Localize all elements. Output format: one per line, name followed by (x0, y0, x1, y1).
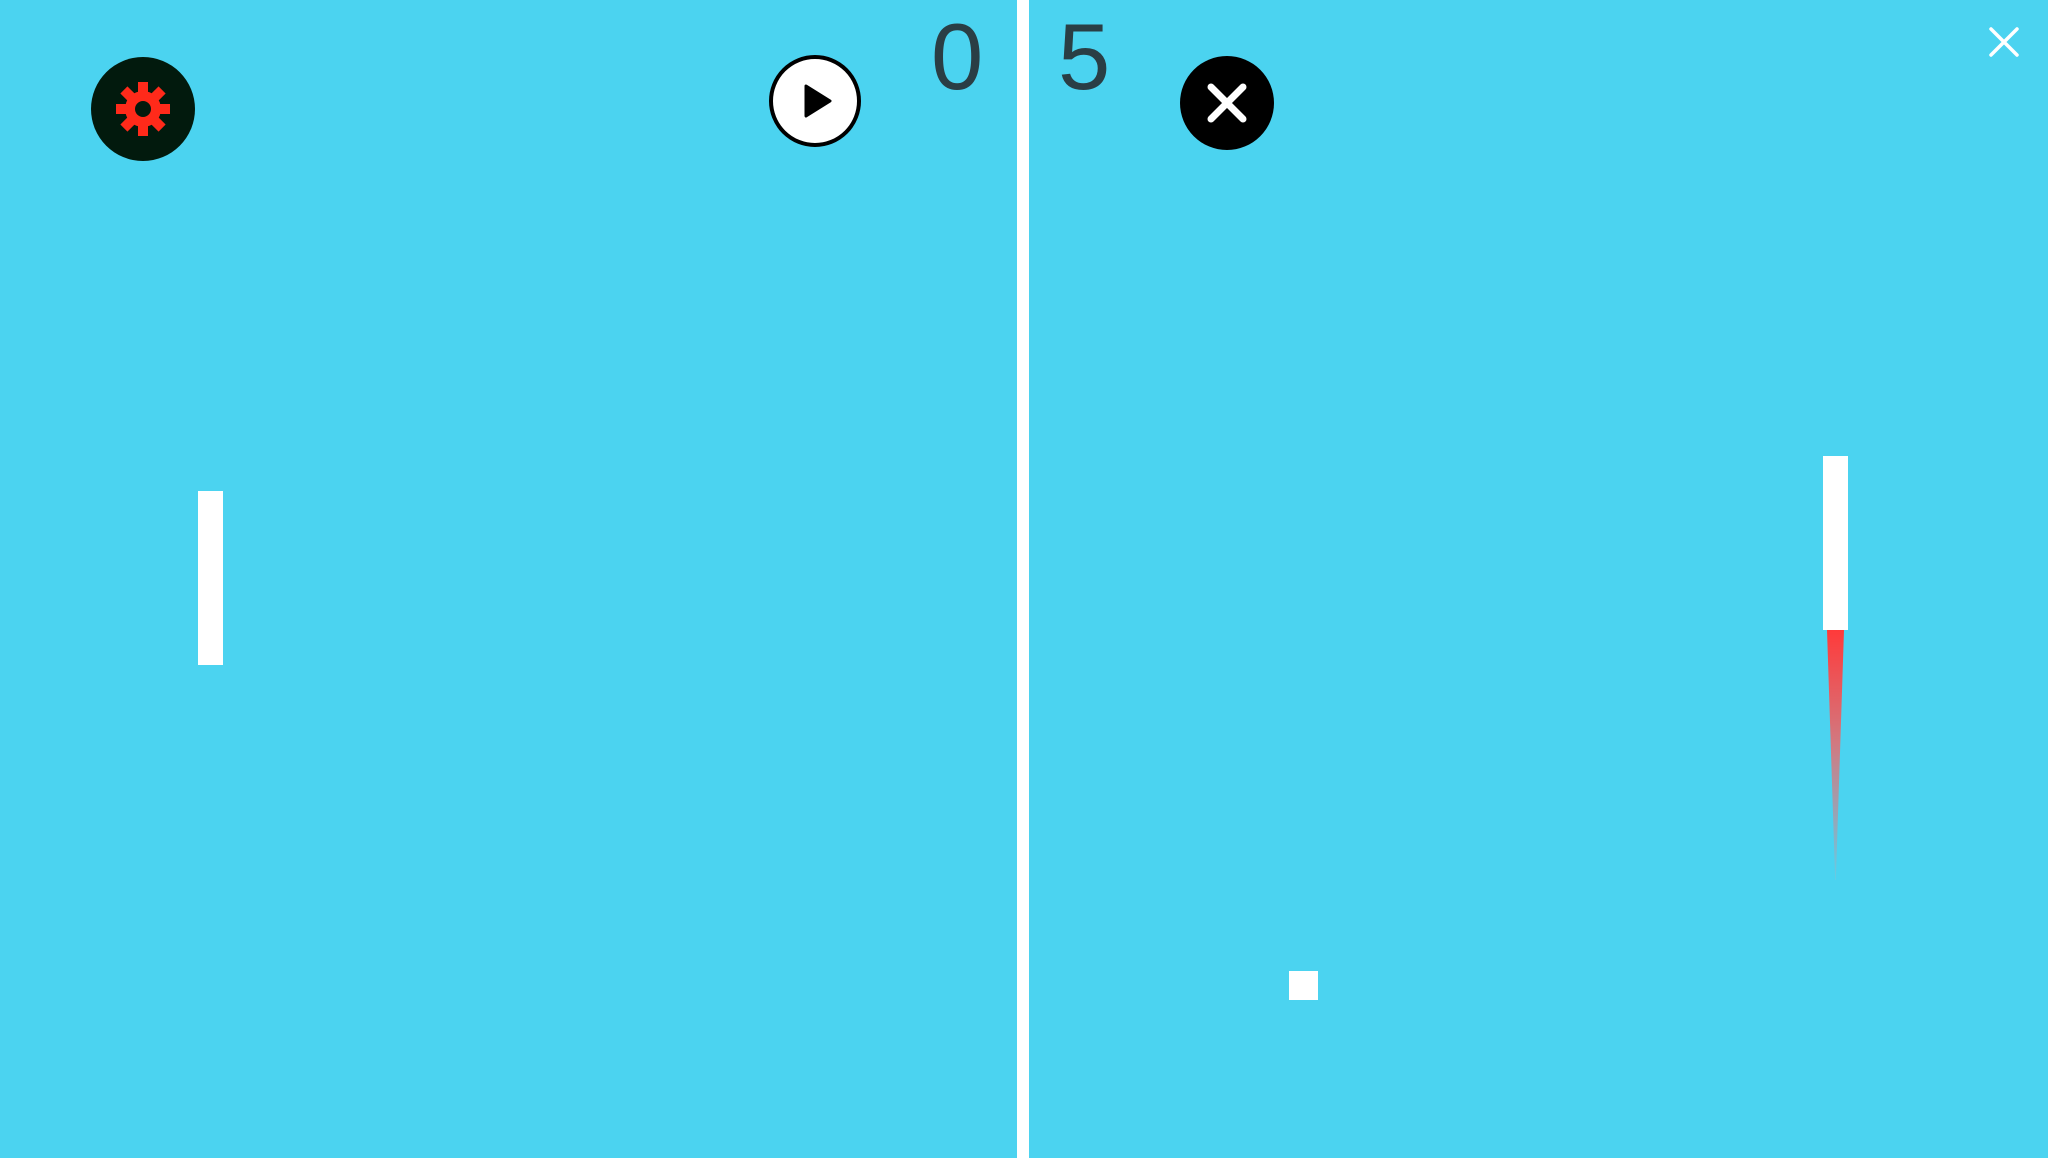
gear-icon (116, 82, 170, 136)
right-paddle (1823, 456, 1848, 630)
left-score: 0 (931, 4, 984, 109)
paddle-motion-trail (1827, 630, 1844, 880)
close-icon (1207, 83, 1247, 123)
close-icon (1989, 27, 2019, 57)
settings-button[interactable] (91, 57, 195, 161)
game-board: 0 5 (0, 0, 2048, 1158)
play-icon (804, 84, 832, 118)
ball (1289, 971, 1318, 1000)
center-net (1017, 0, 1029, 1158)
window-close-button[interactable] (1984, 22, 2024, 62)
play-button[interactable] (769, 55, 861, 147)
left-paddle (198, 491, 223, 665)
exit-button[interactable] (1180, 56, 1274, 150)
right-score: 5 (1058, 4, 1111, 109)
